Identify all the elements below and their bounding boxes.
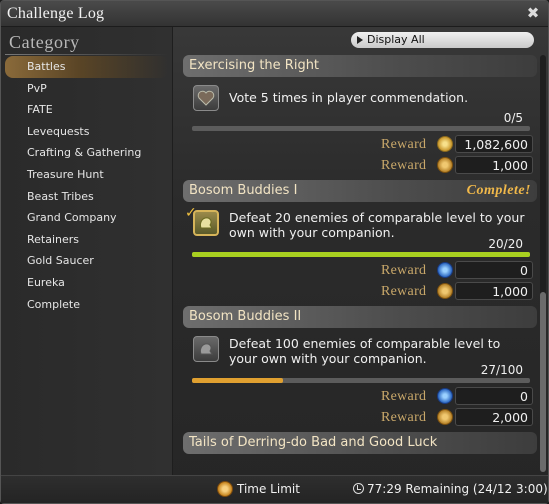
category-item-treasure-hunt[interactable]: Treasure Hunt — [1, 164, 173, 186]
heart-icon — [193, 85, 219, 111]
category-heading: Category — [9, 32, 80, 52]
challenge-title: Bosom Buddies II — [189, 309, 302, 324]
category-sidebar: Category Battles PvP FATE Levequests Cra… — [1, 27, 173, 475]
chocobo-icon — [193, 210, 219, 236]
category-item-eureka[interactable]: Eureka — [1, 272, 173, 294]
reward-label: Reward — [381, 137, 427, 152]
reward-row: Reward 1,082,600 — [183, 135, 537, 155]
progress-bar — [192, 126, 530, 131]
reward-label: Reward — [381, 410, 427, 425]
title-bar[interactable]: Challenge Log ✖ — [1, 1, 548, 27]
mgp-icon — [437, 388, 453, 404]
challenge-log-window: Challenge Log ✖ Category Battles PvP FAT… — [0, 0, 549, 504]
challenge-description: Defeat 100 enemies of comparable level t… — [229, 336, 501, 366]
category-item-battles[interactable]: Battles — [5, 56, 169, 78]
reward-row: Reward 1,000 — [183, 156, 537, 176]
reward-value: 0 — [455, 387, 533, 405]
category-item-levequests[interactable]: Levequests — [1, 121, 173, 143]
category-item-crafting-gathering[interactable]: Crafting & Gathering — [1, 142, 173, 164]
category-divider — [5, 54, 169, 55]
time-limit: Time Limit — [217, 481, 300, 497]
challenge-title: Exercising the Right — [189, 58, 320, 73]
chocobo-icon — [193, 336, 219, 362]
gil-icon — [437, 157, 453, 173]
category-item-complete[interactable]: Complete — [1, 294, 173, 316]
mgp-icon — [437, 262, 453, 278]
category-item-gold-saucer[interactable]: Gold Saucer — [1, 250, 173, 272]
progress-bar — [192, 378, 530, 383]
challenge-entry[interactable]: Tails of Derring-do Bad and Good Luck — [183, 432, 537, 472]
category-item-grand-company[interactable]: Grand Company — [1, 207, 173, 229]
display-all-button[interactable]: Display All — [351, 32, 534, 48]
challenge-description: Vote 5 times in player commendation. — [229, 90, 469, 105]
reward-label: Reward — [381, 263, 427, 278]
clock-icon — [353, 483, 364, 494]
progress-count: 20/20 — [488, 237, 523, 251]
time-remaining-text: 77:29 Remaining (24/12 3:00) — [367, 482, 548, 496]
challenge-title: Bosom Buddies I — [189, 183, 298, 198]
progress-count: 0/5 — [503, 111, 523, 125]
progress-bar-fill — [192, 252, 530, 257]
category-item-retainers[interactable]: Retainers — [1, 229, 173, 251]
scrollbar-thumb[interactable] — [540, 292, 546, 472]
challenge-title: Tails of Derring-do Bad and Good Luck — [189, 435, 438, 450]
play-arrow-icon — [357, 36, 363, 44]
challenge-header: Tails of Derring-do Bad and Good Luck — [183, 432, 537, 454]
reward-value: 1,082,600 — [455, 135, 533, 153]
challenge-list: Display All Exercising the Right Vote 5 … — [175, 27, 548, 475]
reward-row: Reward 0 — [183, 261, 537, 281]
reward-label: Reward — [381, 158, 427, 173]
seal-icon — [437, 136, 453, 152]
challenge-entry[interactable]: Bosom Buddies II Defeat 100 enemies of c… — [183, 306, 537, 430]
challenge-entry[interactable]: Exercising the Right Vote 5 times in pla… — [183, 55, 537, 179]
reward-row: Reward 1,000 — [183, 282, 537, 302]
category-item-pvp[interactable]: PvP — [1, 78, 173, 100]
gil-icon — [437, 283, 453, 299]
time-limit-icon — [217, 481, 233, 497]
challenge-description: Defeat 20 enemies of comparable level to… — [229, 210, 525, 240]
reward-row: Reward 0 — [183, 387, 537, 407]
footer-bar: Time Limit 77:29 Remaining (24/12 3:00) — [1, 475, 548, 503]
complete-badge: Complete! — [466, 183, 531, 198]
reward-label: Reward — [381, 389, 427, 404]
reward-value: 0 — [455, 261, 533, 279]
gil-icon — [437, 409, 453, 425]
reward-label: Reward — [381, 284, 427, 299]
reward-value: 1,000 — [455, 282, 533, 300]
reward-value: 2,000 — [455, 408, 533, 426]
progress-bar — [192, 252, 530, 257]
time-remaining: 77:29 Remaining (24/12 3:00) — [353, 482, 548, 496]
category-item-beast-tribes[interactable]: Beast Tribes — [1, 186, 173, 208]
challenge-header: Bosom Buddies I Complete! — [183, 180, 537, 202]
time-limit-label: Time Limit — [237, 482, 300, 496]
close-icon[interactable]: ✖ — [524, 4, 542, 22]
display-all-label: Display All — [367, 33, 425, 46]
reward-row: Reward 2,000 — [183, 408, 537, 428]
category-list: Battles PvP FATE Levequests Crafting & G… — [1, 56, 173, 315]
window-title: Challenge Log — [7, 5, 105, 22]
category-item-fate[interactable]: FATE — [1, 99, 173, 121]
challenge-header: Exercising the Right — [183, 55, 537, 77]
progress-count: 27/100 — [480, 363, 523, 377]
challenge-header: Bosom Buddies II — [183, 306, 537, 328]
progress-bar-fill — [192, 378, 284, 383]
challenge-entry[interactable]: Bosom Buddies I Complete! ✓ Defeat 20 en… — [183, 180, 537, 304]
reward-value: 1,000 — [455, 156, 533, 174]
